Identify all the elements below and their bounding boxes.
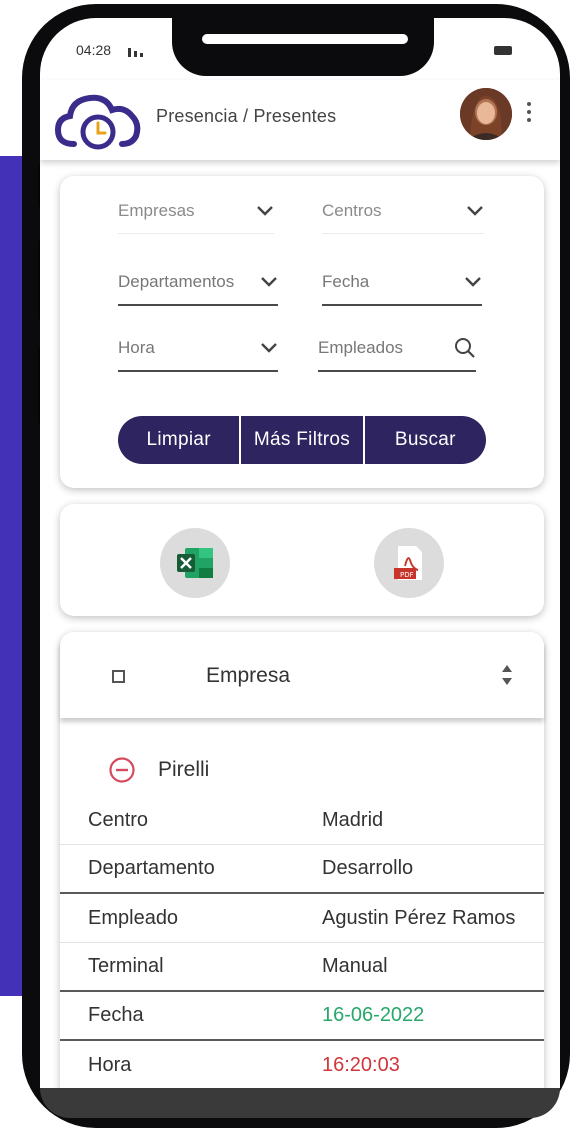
empleados-search-input[interactable]: Empleados — [318, 326, 476, 372]
fecha-label: Fecha — [322, 272, 370, 291]
table-row: Empleado Agustin Pérez Ramos — [60, 894, 544, 943]
svg-text:PDF: PDF — [400, 571, 414, 579]
home-indicator-area — [40, 1088, 560, 1118]
search-icon[interactable] — [454, 337, 476, 359]
chevron-down-icon — [465, 277, 481, 287]
group-name: Pirelli — [158, 758, 210, 781]
mas-filtros-button[interactable]: Más Filtros — [241, 416, 362, 464]
hora-select[interactable]: Hora — [118, 326, 278, 372]
stage: 04:28 Presencia / Presentes Empresas Cen… — [0, 0, 578, 1131]
battery-icon — [494, 46, 512, 55]
pdf-icon: PDF — [394, 546, 422, 580]
row-value: Madrid — [322, 808, 384, 831]
table-row: Fecha 16-06-2022 — [60, 992, 544, 1041]
group-row: Pirelli — [108, 756, 209, 784]
app-screen: 04:28 Presencia / Presentes Empresas Cen… — [40, 18, 560, 1088]
empresas-select[interactable]: Empresas — [118, 188, 274, 234]
sort-icon[interactable] — [500, 662, 514, 688]
fecha-select[interactable]: Fecha — [322, 260, 482, 306]
breadcrumb: Presencia / Presentes — [156, 106, 337, 126]
empresas-label: Empresas — [118, 200, 195, 220]
row-label: Fecha — [88, 1004, 144, 1026]
results-table: Empresa Pirelli Centro Madrid Departamen… — [60, 632, 544, 1088]
row-label: Departamento — [88, 857, 215, 879]
row-value: Desarrollo — [322, 857, 414, 879]
row-label: Hora — [88, 1054, 132, 1076]
export-panel: PDF — [60, 504, 544, 616]
table-row: Centro Madrid — [60, 796, 544, 845]
centros-label: Centros — [322, 200, 382, 220]
chevron-down-icon — [467, 205, 483, 216]
export-excel-button[interactable] — [160, 528, 230, 598]
row-label: Terminal — [88, 955, 164, 977]
limpiar-button[interactable]: Limpiar — [118, 416, 239, 464]
row-value-time: 16:20:03 — [322, 1054, 400, 1076]
chevron-down-icon — [257, 205, 273, 216]
cloud-clock-logo[interactable] — [54, 92, 144, 152]
row-value: Manual — [322, 955, 388, 977]
filters-panel: Empresas Centros Departamentos Fecha Hor… — [60, 176, 544, 488]
row-value-date: 16-06-2022 — [322, 1004, 425, 1026]
table-row: Terminal Manual — [60, 943, 544, 992]
column-header-empresa[interactable]: Empresa — [206, 664, 290, 688]
filter-actions: Limpiar Más Filtros Buscar — [118, 416, 486, 464]
more-menu-icon[interactable] — [526, 102, 532, 122]
empleados-placeholder: Empleados — [318, 338, 404, 357]
signal-icon — [128, 48, 143, 57]
buscar-button[interactable]: Buscar — [365, 416, 486, 464]
departamentos-select[interactable]: Departamentos — [118, 260, 278, 306]
app-header: Presencia / Presentes — [40, 80, 560, 160]
camera-notch — [172, 18, 434, 76]
collapse-icon[interactable] — [108, 756, 136, 784]
status-time: 04:28 — [76, 42, 112, 58]
row-label: Empleado — [88, 906, 179, 929]
select-all-checkbox[interactable] — [112, 670, 125, 683]
chevron-down-icon — [261, 277, 277, 287]
avatar[interactable] — [460, 88, 512, 140]
export-pdf-button[interactable]: PDF — [374, 528, 444, 598]
departamentos-label: Departamentos — [118, 272, 235, 291]
table-row: Hora 16:20:03 — [60, 1041, 544, 1088]
chevron-down-icon — [261, 343, 277, 353]
row-label: Centro — [88, 808, 149, 831]
centros-select[interactable]: Centros — [322, 188, 484, 234]
row-value: Agustin Pérez Ramos — [322, 906, 516, 929]
table-row: Departamento Desarrollo — [60, 845, 544, 894]
table-header: Empresa — [60, 632, 544, 718]
hora-label: Hora — [118, 338, 155, 357]
excel-icon — [177, 548, 213, 578]
